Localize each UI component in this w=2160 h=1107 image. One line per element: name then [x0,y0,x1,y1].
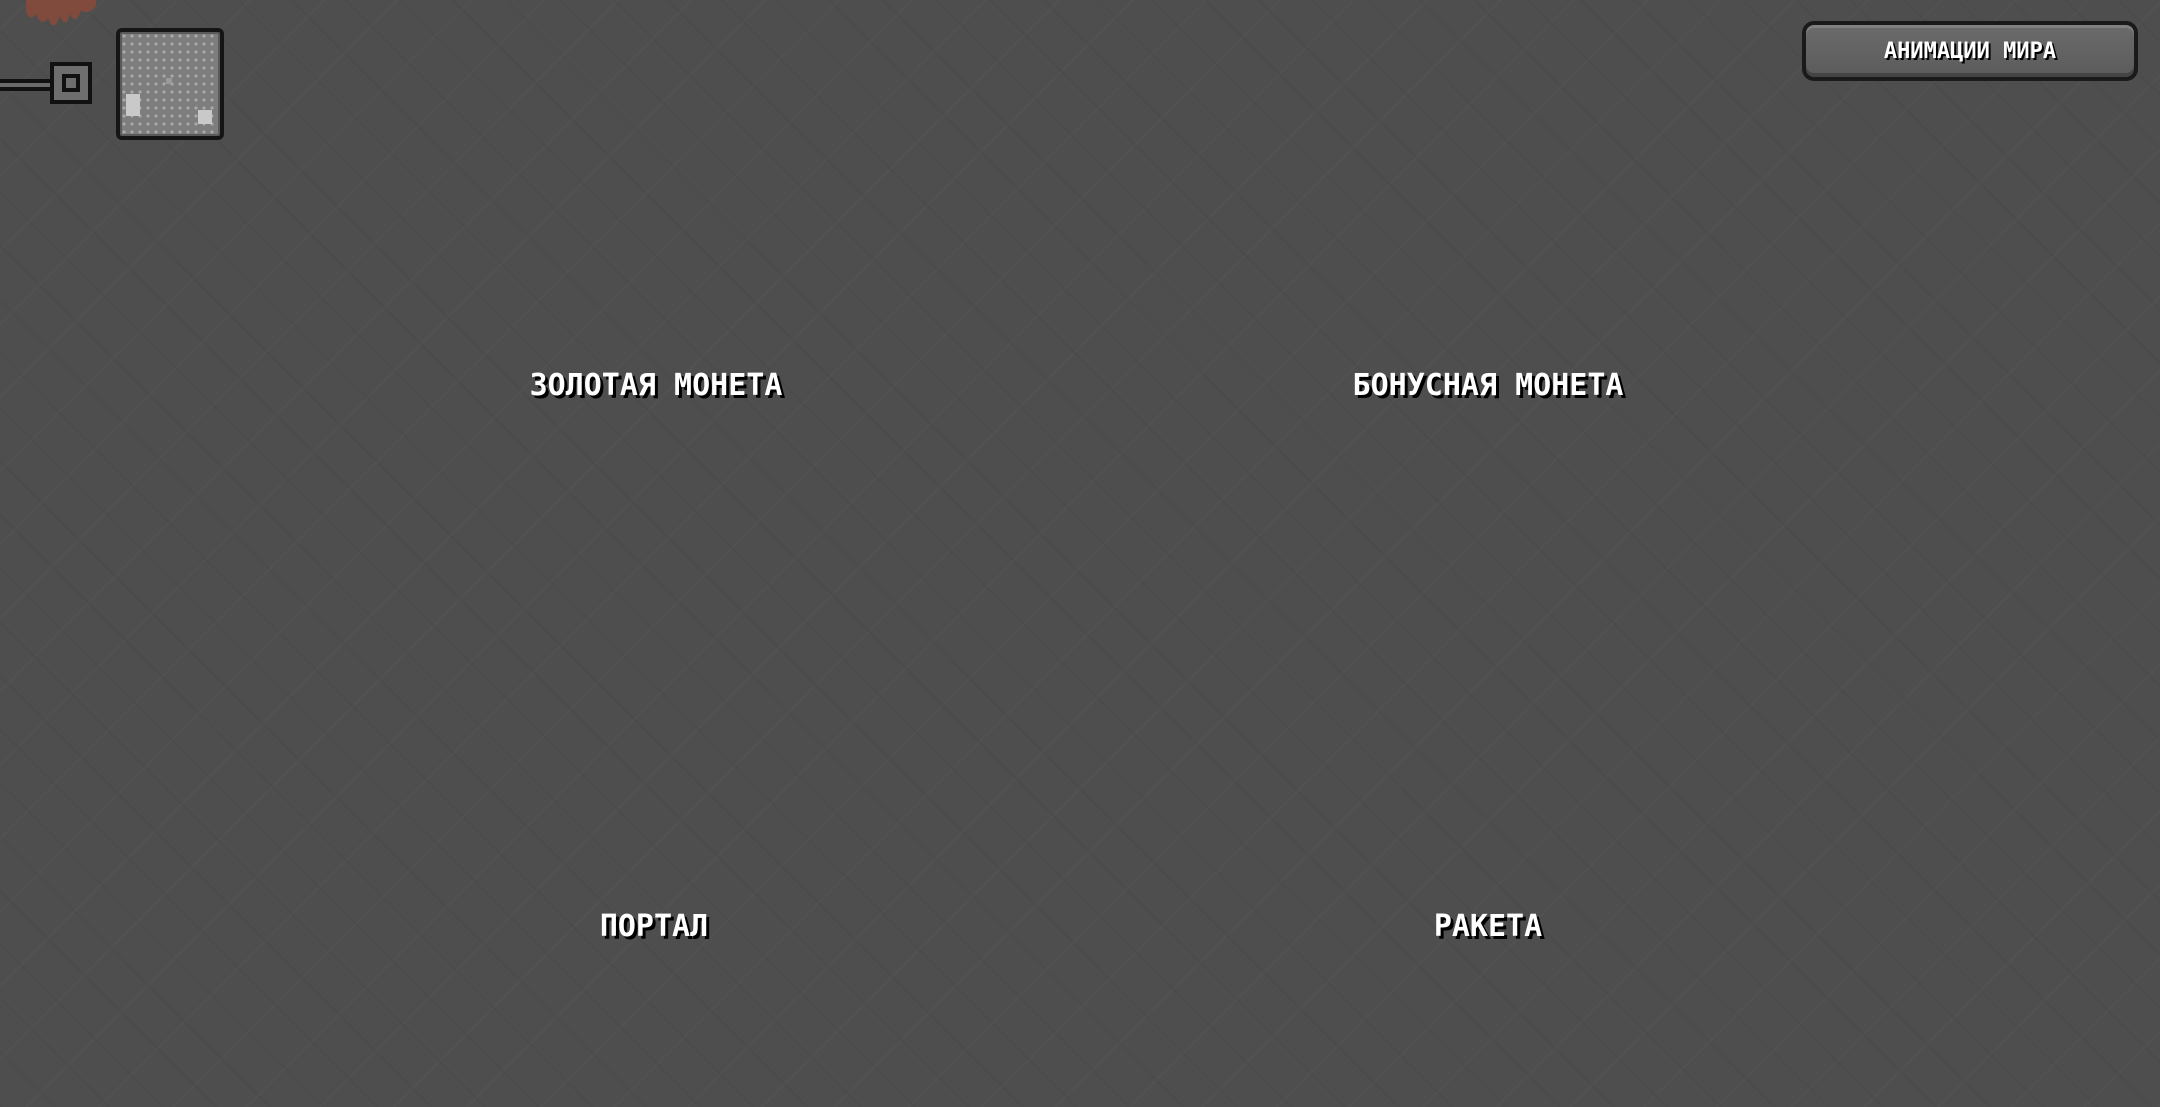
plug-icon [50,62,92,104]
minimap-icon[interactable] [116,28,224,140]
minimap-center-marker [166,78,172,84]
world-animations-button[interactable]: АНИМАЦИИ МИРА [1802,21,2138,81]
minimap-exit-marker [198,110,212,124]
cable-line [0,79,54,91]
cable-connector [0,74,56,96]
gold-coin-label: ЗОЛОТАЯ МОНЕТА [529,368,783,403]
plug-socket [62,74,80,92]
portal-animation-slot [524,960,784,1107]
game-scene: АНИМАЦИИ МИРА ЗОЛОТАЯ МОНЕТА БОНУСНАЯ МО… [0,0,2160,1107]
minimap-player-marker [126,94,140,116]
portal-label: ПОРТАЛ [599,909,709,944]
bonus-coin-animation-slot [1358,420,1618,620]
bonus-coin-label: БОНУСНАЯ МОНЕТА [1352,368,1624,403]
world-animations-button-label: АНИМАЦИИ МИРА [1883,38,2057,64]
rocket-label: РАКЕТА [1433,909,1543,944]
gold-coin-animation-slot [526,420,786,620]
rocket-animation-slot [1358,960,1618,1107]
paint-splatter-decoration [26,0,96,26]
